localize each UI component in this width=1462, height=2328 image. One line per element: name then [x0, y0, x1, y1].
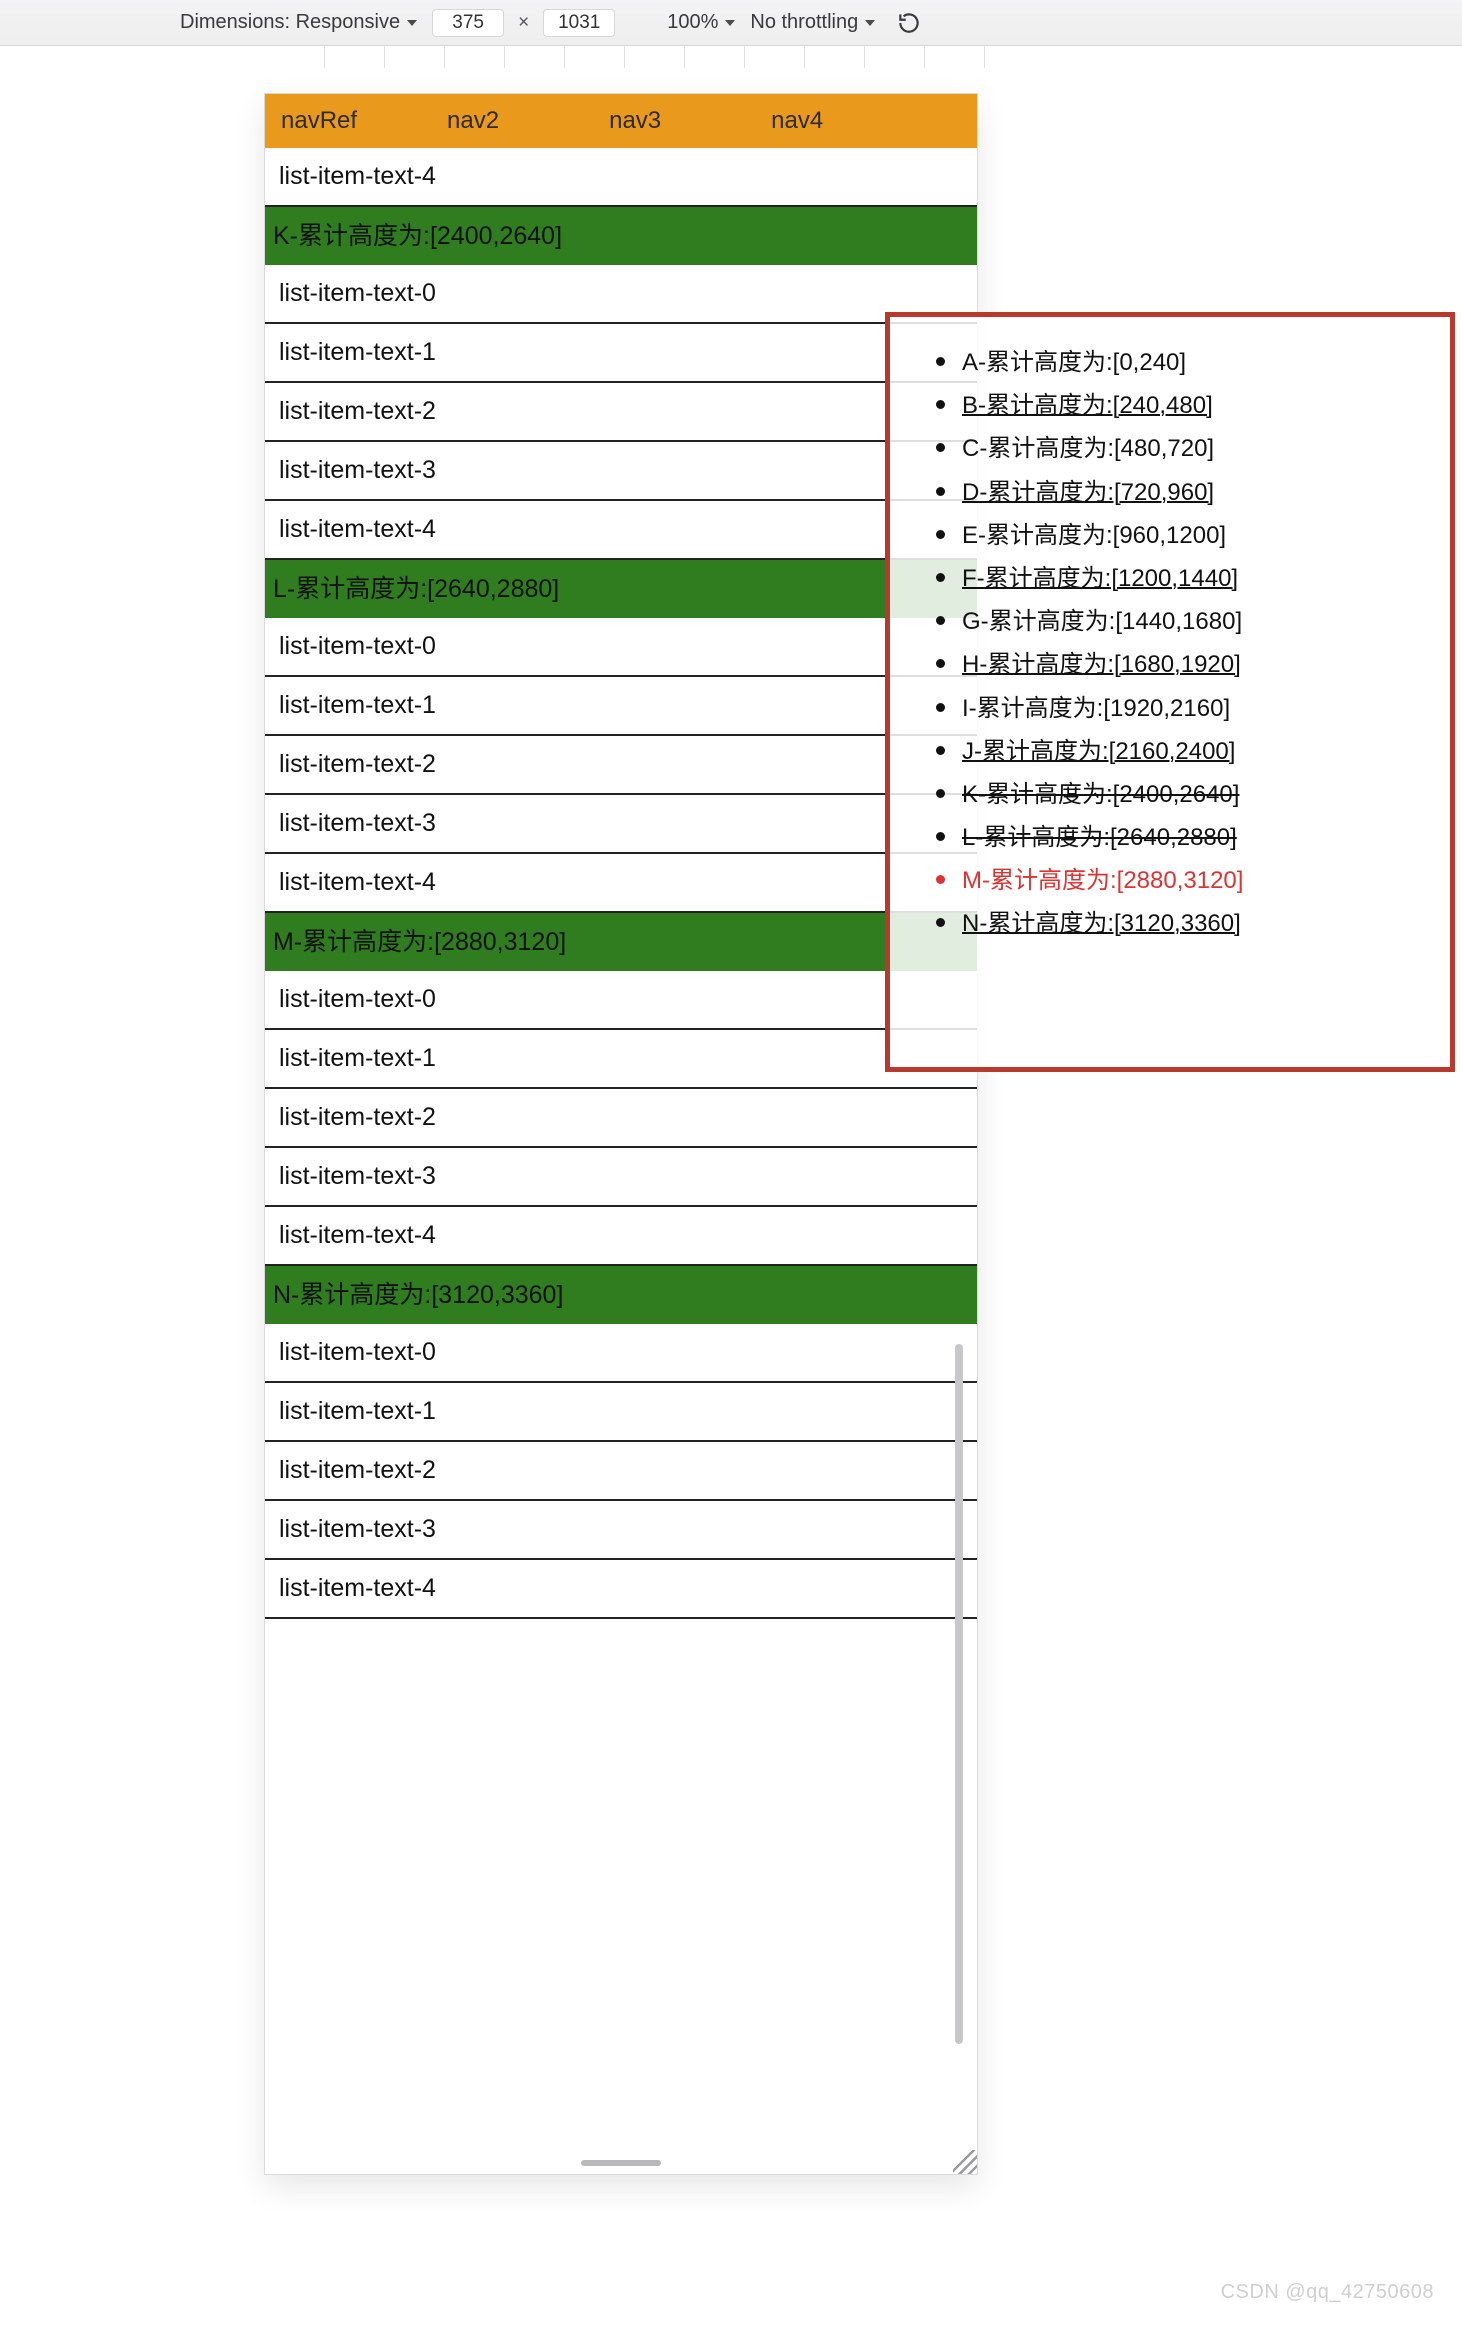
- overlay-item: N-累计高度为:[3120,3360]: [936, 902, 1430, 945]
- nav-tab[interactable]: nav2: [447, 107, 499, 135]
- section-header: M-累计高度为:[2880,3120]: [265, 913, 977, 971]
- list-item[interactable]: list-item-text-0: [265, 618, 977, 677]
- overlay-item: F-累计高度为:[1200,1440]: [936, 557, 1430, 600]
- viewport-width-input[interactable]: [432, 9, 504, 37]
- list-item[interactable]: list-item-text-0: [265, 265, 977, 324]
- overlay-item: D-累计高度为:[720,960]: [936, 471, 1430, 514]
- chevron-down-icon: [406, 18, 418, 28]
- section-header: L-累计高度为:[2640,2880]: [265, 560, 977, 618]
- overlay-item: A-累计高度为:[0,240]: [936, 341, 1430, 384]
- devtools-device-toolbar: Dimensions: Responsive × 100% No throttl…: [0, 0, 1462, 46]
- rotate-button[interactable]: [896, 10, 922, 36]
- rotate-icon: [896, 10, 922, 36]
- overlay-item: E-累计高度为:[960,1200]: [936, 514, 1430, 557]
- list-item[interactable]: list-item-text-4: [265, 501, 977, 560]
- drag-bottom-handle[interactable]: [581, 2160, 661, 2166]
- list-item[interactable]: list-item-text-2: [265, 383, 977, 442]
- overlay-item: C-累计高度为:[480,720]: [936, 427, 1430, 470]
- list-item[interactable]: list-item-text-0: [265, 971, 977, 1030]
- overlay-item: K-累计高度为:[2400,2640]: [936, 773, 1430, 816]
- list-item[interactable]: list-item-text-3: [265, 442, 977, 501]
- list-item[interactable]: list-item-text-0: [265, 1324, 977, 1383]
- list-item[interactable]: list-item-text-4: [265, 854, 977, 913]
- overlay-list: A-累计高度为:[0,240]B-累计高度为:[240,480]C-累计高度为:…: [936, 341, 1430, 946]
- list-item[interactable]: list-item-text-2: [265, 1089, 977, 1148]
- scrollbar-track: [955, 1344, 963, 2044]
- ruler: [0, 46, 1462, 68]
- overlay-item: I-累计高度为:[1920,2160]: [936, 687, 1430, 730]
- overlay-item: J-累计高度为:[2160,2400]: [936, 730, 1430, 773]
- list-item[interactable]: list-item-text-4: [265, 1207, 977, 1266]
- top-nav: navRef nav2 nav3 nav4: [265, 94, 977, 148]
- throttling-dropdown[interactable]: No throttling: [750, 11, 876, 34]
- list-item[interactable]: list-item-text-1: [265, 677, 977, 736]
- watermark: CSDN @qq_42750608: [1221, 2281, 1434, 2304]
- chevron-down-icon: [724, 18, 736, 28]
- overlay-item: B-累计高度为:[240,480]: [936, 384, 1430, 427]
- overlay-item: H-累计高度为:[1680,1920]: [936, 643, 1430, 686]
- list-item[interactable]: list-item-text-1: [265, 1383, 977, 1442]
- throttling-label: No throttling: [750, 11, 858, 34]
- section-header: N-累计高度为:[3120,3360]: [265, 1266, 977, 1324]
- nav-tab[interactable]: navRef: [281, 107, 357, 135]
- debug-overlay: A-累计高度为:[0,240]B-累计高度为:[240,480]C-累计高度为:…: [885, 312, 1455, 1072]
- list-item[interactable]: list-item-text-1: [265, 1030, 977, 1089]
- dimension-separator: ×: [518, 12, 529, 34]
- dimensions-dropdown[interactable]: Dimensions: Responsive: [180, 11, 418, 34]
- nav-tab[interactable]: nav3: [609, 107, 661, 135]
- list-item[interactable]: list-item-text-3: [265, 1148, 977, 1207]
- list-item[interactable]: list-item-text-4: [265, 148, 977, 207]
- device-frame: navRef nav2 nav3 nav4 list-item-text-4K-…: [265, 94, 977, 2174]
- viewport-height-input[interactable]: [543, 9, 615, 37]
- list-item[interactable]: list-item-text-1: [265, 324, 977, 383]
- overlay-item: L-累计高度为:[2640,2880]: [936, 816, 1430, 859]
- nav-tab[interactable]: nav4: [771, 107, 823, 135]
- dimensions-label: Dimensions: Responsive: [180, 11, 400, 34]
- list-item[interactable]: list-item-text-2: [265, 1442, 977, 1501]
- section-header: K-累计高度为:[2400,2640]: [265, 207, 977, 265]
- chevron-down-icon: [864, 18, 876, 28]
- list-item[interactable]: list-item-text-3: [265, 1501, 977, 1560]
- list-item[interactable]: list-item-text-3: [265, 795, 977, 854]
- list-item[interactable]: list-item-text-2: [265, 736, 977, 795]
- overlay-item: M-累计高度为:[2880,3120]: [936, 859, 1430, 902]
- resize-grip[interactable]: [941, 2138, 977, 2174]
- list-item[interactable]: list-item-text-4: [265, 1560, 977, 1619]
- zoom-dropdown[interactable]: 100%: [667, 11, 736, 34]
- scroll-container[interactable]: list-item-text-4K-累计高度为:[2400,2640]list-…: [265, 148, 977, 2174]
- overlay-item: G-累计高度为:[1440,1680]: [936, 600, 1430, 643]
- zoom-label: 100%: [667, 11, 718, 34]
